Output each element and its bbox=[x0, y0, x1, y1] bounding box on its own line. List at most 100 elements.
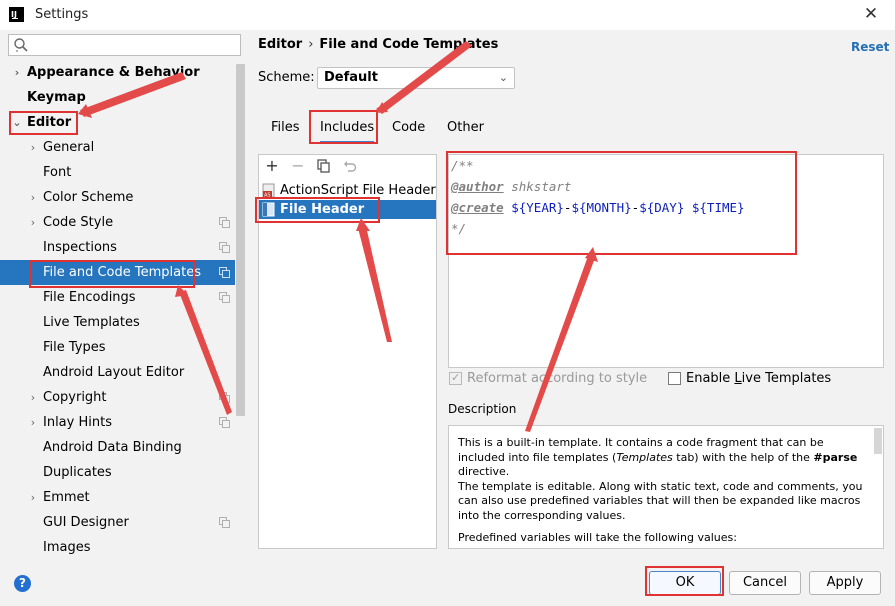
sidebar-item-android-layout-editor[interactable]: Android Layout Editor bbox=[0, 360, 235, 385]
scheme-select[interactable]: Default ⌄ bbox=[317, 67, 515, 89]
sidebar-item-label: GUI Designer bbox=[43, 515, 129, 530]
sidebar-item-label: Editor bbox=[27, 115, 72, 130]
sidebar-item-label: Appearance & Behavior bbox=[27, 65, 200, 80]
chevron-right-icon[interactable]: › bbox=[28, 410, 38, 435]
sidebar-item-file-types[interactable]: File Types bbox=[0, 335, 235, 360]
search-icon bbox=[14, 38, 28, 52]
breadcrumb-separator: › bbox=[308, 37, 314, 52]
template-variable: ${MONTH} bbox=[571, 200, 632, 215]
chevron-right-icon[interactable]: › bbox=[28, 210, 38, 235]
chevron-right-icon[interactable]: › bbox=[28, 485, 38, 510]
list-toolbar: + − bbox=[259, 155, 436, 179]
sidebar-item-appearance-behavior[interactable]: › Appearance & Behavior bbox=[0, 60, 235, 85]
sidebar-item-color-scheme[interactable]: › Color Scheme bbox=[0, 185, 235, 210]
svg-text:AS: AS bbox=[264, 193, 271, 199]
sidebar-item-label: Font bbox=[43, 165, 72, 180]
help-icon[interactable]: ? bbox=[14, 575, 31, 592]
reset-link[interactable]: Reset bbox=[851, 40, 889, 54]
description-text: This is a built-in template. It contains… bbox=[458, 436, 868, 546]
tab-files[interactable]: Files bbox=[271, 118, 300, 144]
label-part: ive Templates bbox=[741, 371, 832, 386]
template-list-panel: + − AS ActionScript File Header File Hea… bbox=[258, 154, 437, 549]
description-label: Description bbox=[448, 402, 517, 416]
sidebar-item-label: File Encodings bbox=[43, 290, 136, 305]
copy-icon[interactable] bbox=[315, 157, 333, 175]
breadcrumb-editor: Editor bbox=[258, 37, 303, 52]
sidebar-item-keymap[interactable]: Keymap bbox=[0, 85, 235, 110]
sidebar-item-duplicates[interactable]: Duplicates bbox=[0, 460, 235, 485]
sidebar-item-label: General bbox=[43, 140, 95, 155]
code-line-4: */ bbox=[451, 221, 467, 236]
ok-button[interactable]: OK bbox=[649, 571, 721, 595]
project-scope-icon bbox=[219, 517, 230, 528]
description-box: This is a built-in template. It contains… bbox=[448, 425, 884, 549]
sidebar-item-images[interactable]: Images bbox=[0, 535, 235, 560]
window-title: Settings bbox=[35, 7, 89, 22]
reformat-checkbox[interactable] bbox=[449, 370, 462, 386]
template-item-file-header[interactable]: File Header bbox=[259, 200, 436, 219]
tab-code[interactable]: Code bbox=[392, 118, 425, 144]
chevron-down-icon: ⌄ bbox=[498, 71, 508, 84]
chevron-right-icon[interactable]: › bbox=[28, 135, 38, 160]
apply-button[interactable]: Apply bbox=[809, 571, 881, 595]
live-templates-checkbox[interactable] bbox=[668, 372, 681, 385]
sidebar-item-android-data-binding[interactable]: Android Data Binding bbox=[0, 435, 235, 460]
sidebar-item-live-templates[interactable]: Live Templates bbox=[0, 310, 235, 335]
project-scope-icon bbox=[219, 417, 230, 428]
scheme-value: Default bbox=[324, 70, 378, 85]
live-templates-label: Enable Live Templates bbox=[686, 371, 831, 387]
chevron-right-icon[interactable]: › bbox=[28, 185, 38, 210]
sidebar-item-label: Android Layout Editor bbox=[43, 365, 185, 380]
sidebar-item-file-and-code-templates[interactable]: File and Code Templates bbox=[0, 260, 235, 285]
sidebar-item-file-encodings[interactable]: File Encodings bbox=[0, 285, 235, 310]
chevron-right-icon[interactable]: › bbox=[12, 60, 22, 85]
sidebar-item-font[interactable]: Font bbox=[0, 160, 235, 185]
template-item-label: ActionScript File Header bbox=[280, 183, 436, 198]
sidebar-item-copyright[interactable]: › Copyright bbox=[0, 385, 235, 410]
cancel-button[interactable]: Cancel bbox=[729, 571, 801, 595]
tab-includes[interactable]: Includes bbox=[320, 118, 375, 144]
chevron-down-icon[interactable]: ⌄ bbox=[12, 110, 22, 135]
sidebar-item-general[interactable]: › General bbox=[0, 135, 235, 160]
close-button[interactable]: ✕ bbox=[860, 3, 882, 25]
sidebar-item-gui-designer[interactable]: GUI Designer bbox=[0, 510, 235, 535]
sidebar-item-inlay-hints[interactable]: › Inlay Hints bbox=[0, 410, 235, 435]
sidebar-item-label: File Types bbox=[43, 340, 106, 355]
javadoc-tag: @create bbox=[451, 200, 504, 215]
add-template-button[interactable]: + bbox=[263, 157, 281, 175]
description-paragraph: This is a built-in template. It contains… bbox=[458, 436, 868, 480]
description-paragraph: The template is editable. Along with sta… bbox=[458, 479, 863, 522]
label-mnemonic: L bbox=[734, 371, 742, 386]
template-item-actionscript[interactable]: AS ActionScript File Header bbox=[259, 181, 436, 200]
sidebar-item-emmet[interactable]: › Emmet bbox=[0, 485, 235, 510]
desc-emphasis: Templates bbox=[616, 450, 673, 464]
search-input[interactable] bbox=[33, 36, 233, 54]
sidebar-item-label: Images bbox=[43, 540, 91, 555]
tab-other[interactable]: Other bbox=[447, 118, 484, 144]
search-box[interactable] bbox=[8, 34, 241, 56]
sidebar-item-label: Inspections bbox=[43, 240, 117, 255]
template-variable: ${DAY} bbox=[639, 200, 685, 215]
template-code-editor[interactable]: /** @author shkstart @create ${YEAR}-${M… bbox=[448, 154, 884, 368]
chevron-right-icon[interactable]: › bbox=[28, 385, 38, 410]
label-part: Enable bbox=[686, 371, 735, 386]
desc-code: #parse bbox=[813, 450, 858, 464]
javadoc-tag: @author bbox=[451, 179, 504, 194]
sidebar-item-code-style[interactable]: › Code Style bbox=[0, 210, 235, 235]
code-line-3: @create ${YEAR}-${MONTH}-${DAY} ${TIME} bbox=[451, 197, 745, 218]
description-scrollbar[interactable] bbox=[874, 428, 882, 454]
settings-sidebar: › Appearance & Behavior Keymap ⌄ Editor › Gene… bbox=[0, 30, 247, 561]
sidebar-scrollbar[interactable] bbox=[236, 64, 245, 416]
scheme-label: Scheme: bbox=[258, 70, 315, 85]
project-scope-icon bbox=[219, 217, 230, 228]
undo-icon[interactable] bbox=[341, 157, 359, 175]
sidebar-item-inspections[interactable]: Inspections bbox=[0, 235, 235, 260]
remove-template-button[interactable]: − bbox=[289, 157, 307, 175]
sidebar-item-editor[interactable]: ⌄ Editor bbox=[0, 110, 235, 135]
template-item-label: File Header bbox=[280, 202, 365, 217]
author-value: shkstart bbox=[503, 179, 572, 194]
code-line-1: /** bbox=[451, 158, 474, 173]
sidebar-item-label: Inlay Hints bbox=[43, 415, 112, 430]
annotation-arrow bbox=[376, 102, 388, 113]
